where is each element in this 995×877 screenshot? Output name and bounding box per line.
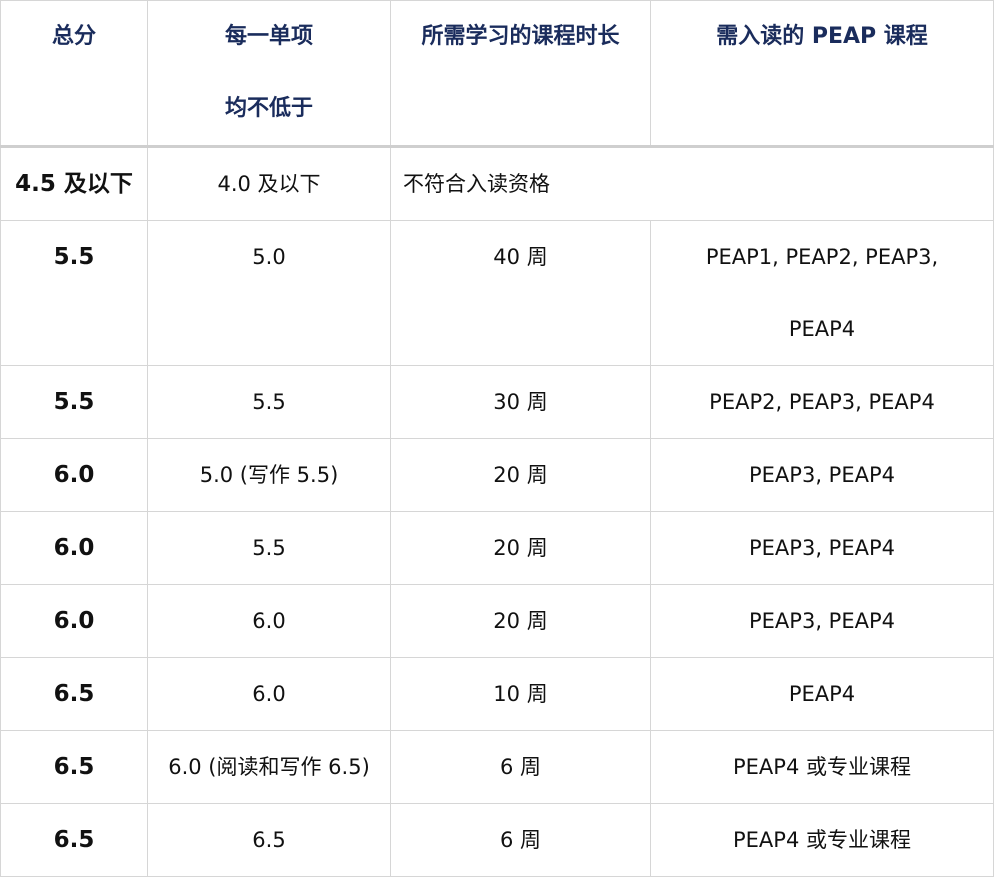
cell-courses: PEAP4 或专业课程 (650, 730, 994, 804)
cell-each-min: 6.5 (147, 803, 391, 877)
cell-each-min: 5.5 (147, 365, 391, 439)
table-row: 6.5 6.5 6 周 PEAP4 或专业课程 (0, 803, 994, 877)
cell-courses: PEAP4 或专业课程 (650, 803, 994, 877)
table-row: 6.0 5.5 20 周 PEAP3, PEAP4 (0, 511, 994, 585)
cell-duration: 6 周 (390, 803, 651, 877)
cell-each-min: 5.5 (147, 511, 391, 585)
cell-each-min: 4.0 及以下 (147, 146, 391, 221)
header-duration: 所需学习的课程时长 (390, 0, 651, 148)
cell-courses-line2: PEAP4 (788, 317, 856, 341)
table-body: 4.5 及以下 4.0 及以下 不符合入读资格 5.5 5.0 40 周 PEA… (0, 146, 994, 877)
header-each-min: 每一单项 均不低于 (147, 0, 391, 148)
cell-duration: 20 周 (390, 438, 651, 512)
cell-duration: 30 周 (390, 365, 651, 439)
cell-duration: 20 周 (390, 584, 651, 658)
table-row: 5.5 5.5 30 周 PEAP2, PEAP3, PEAP4 (0, 365, 994, 439)
cell-each-min: 6.0 (147, 657, 391, 731)
table-row: 6.5 6.0 (阅读和写作 6.5) 6 周 PEAP4 或专业课程 (0, 730, 994, 804)
cell-courses-line1: PEAP1, PEAP2, PEAP3, (705, 245, 939, 269)
table-row: 6.0 6.0 20 周 PEAP3, PEAP4 (0, 584, 994, 658)
cell-courses: PEAP1, PEAP2, PEAP3, PEAP4 (650, 220, 994, 366)
cell-total: 5.5 (0, 365, 148, 439)
cell-each-min: 6.0 (147, 584, 391, 658)
cell-total: 6.5 (0, 803, 148, 877)
cell-total: 6.0 (0, 438, 148, 512)
requirements-table: 总分 每一单项 均不低于 所需学习的课程时长 需入读的 PEAP 课程 4.5 … (0, 0, 994, 877)
cell-each-min: 5.0 (147, 220, 391, 366)
cell-courses: PEAP3, PEAP4 (650, 438, 994, 512)
cell-total: 6.0 (0, 511, 148, 585)
cell-total: 6.5 (0, 657, 148, 731)
cell-courses: PEAP3, PEAP4 (650, 511, 994, 585)
cell-duration: 6 周 (390, 730, 651, 804)
cell-courses: PEAP2, PEAP3, PEAP4 (650, 365, 994, 439)
header-each-line1: 每一单项 (224, 24, 313, 49)
cell-each-min: 5.0 (写作 5.5) (147, 438, 391, 512)
cell-total: 4.5 及以下 (0, 146, 148, 221)
cell-duration: 10 周 (390, 657, 651, 731)
table-row: 5.5 5.0 40 周 PEAP1, PEAP2, PEAP3, PEAP4 (0, 220, 994, 366)
cell-courses: PEAP4 (650, 657, 994, 731)
table-row: 4.5 及以下 4.0 及以下 不符合入读资格 (0, 146, 994, 221)
header-each-line2: 均不低于 (224, 96, 313, 121)
cell-duration: 20 周 (390, 511, 651, 585)
cell-ineligible-note: 不符合入读资格 (390, 146, 994, 221)
table-row: 6.0 5.0 (写作 5.5) 20 周 PEAP3, PEAP4 (0, 438, 994, 512)
cell-total: 5.5 (0, 220, 148, 366)
header-total: 总分 (0, 0, 148, 148)
cell-each-min: 6.0 (阅读和写作 6.5) (147, 730, 391, 804)
table-row: 6.5 6.0 10 周 PEAP4 (0, 657, 994, 731)
header-courses: 需入读的 PEAP 课程 (650, 0, 994, 148)
cell-duration: 40 周 (390, 220, 651, 366)
cell-courses: PEAP3, PEAP4 (650, 584, 994, 658)
header-row: 总分 每一单项 均不低于 所需学习的课程时长 需入读的 PEAP 课程 (0, 0, 994, 148)
cell-total: 6.0 (0, 584, 148, 658)
cell-total: 6.5 (0, 730, 148, 804)
table-header: 总分 每一单项 均不低于 所需学习的课程时长 需入读的 PEAP 课程 (0, 0, 994, 148)
